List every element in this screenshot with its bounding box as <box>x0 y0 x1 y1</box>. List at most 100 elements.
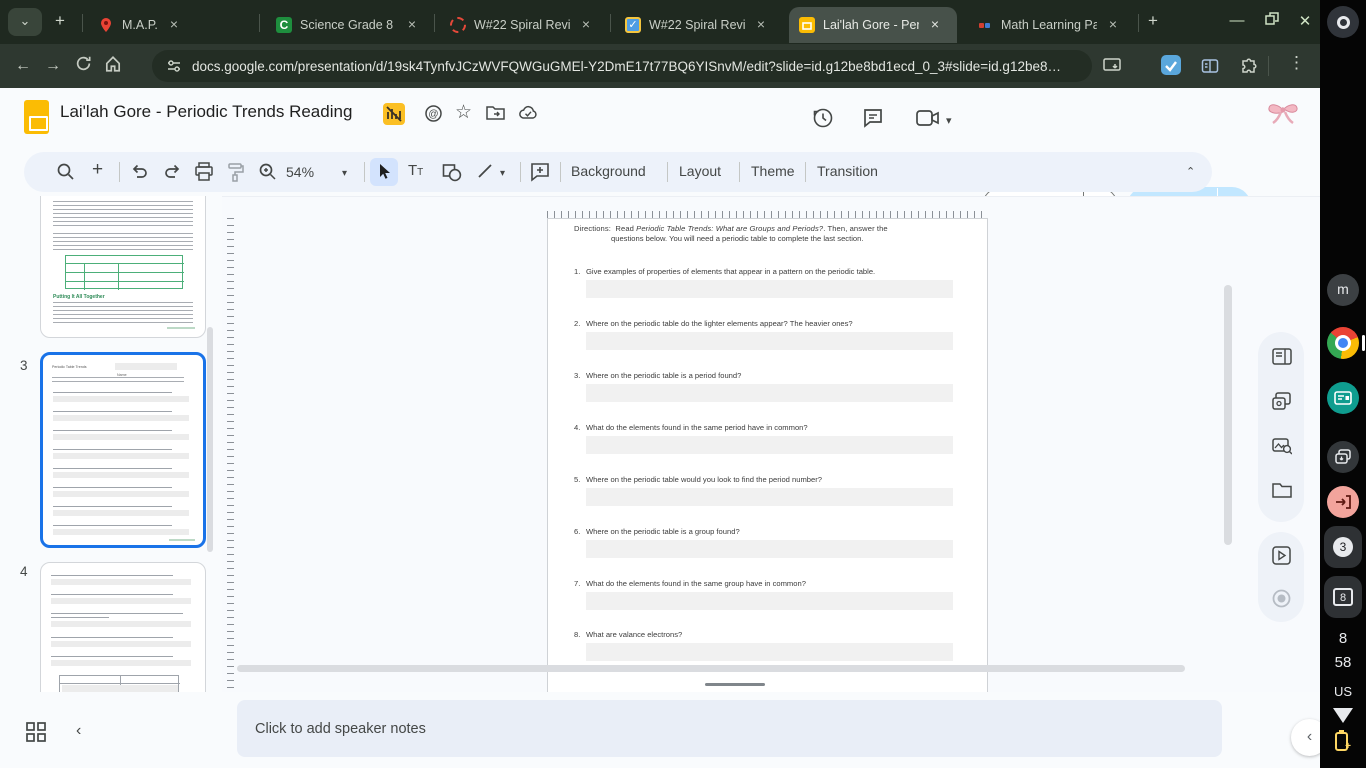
close-tab-icon[interactable]: × <box>166 17 182 33</box>
reload-icon[interactable] <box>68 55 98 77</box>
answer-box[interactable] <box>586 436 953 454</box>
shape-tool-icon[interactable] <box>442 162 462 182</box>
answer-box[interactable] <box>586 488 953 506</box>
warning-badge-icon[interactable] <box>383 103 405 125</box>
mention-shield-icon[interactable]: @ <box>424 104 443 123</box>
site-settings-icon[interactable] <box>166 58 182 74</box>
home-icon[interactable] <box>98 55 128 78</box>
close-tab-icon[interactable]: × <box>578 17 594 33</box>
search-menus-icon[interactable] <box>56 162 75 181</box>
keyboard-layout-indicator[interactable]: US <box>1320 684 1366 699</box>
restore-button[interactable] <box>1262 12 1282 30</box>
install-icon[interactable] <box>1102 56 1122 76</box>
textbox-tool-icon[interactable]: TT <box>408 162 423 179</box>
filmstrip-scrollbar[interactable] <box>207 327 213 552</box>
collapse-toolbar-icon[interactable]: ⌃ <box>1186 165 1195 178</box>
teal-app-icon[interactable] <box>1327 382 1359 414</box>
new-tab-button[interactable]: + <box>1148 11 1158 31</box>
star-icon[interactable]: ☆ <box>455 101 472 124</box>
transition-button[interactable]: Transition <box>817 163 878 179</box>
add-comment-icon[interactable] <box>530 162 550 182</box>
phone-battery-icon[interactable]: + <box>1335 730 1351 752</box>
answer-box[interactable] <box>586 280 953 298</box>
reading-mode-icon[interactable] <box>1200 56 1220 76</box>
close-tab-icon[interactable]: × <box>404 17 420 33</box>
canvas-horizontal-scrollbar[interactable] <box>237 665 1185 672</box>
chrome-icon[interactable] <box>1327 327 1359 359</box>
comments-icon[interactable] <box>862 107 884 129</box>
move-folder-icon[interactable] <box>486 105 505 121</box>
tab-math-learning[interactable]: Math Learning Pat × <box>967 7 1131 43</box>
minimize-button[interactable]: — <box>1227 12 1247 29</box>
record-icon[interactable] <box>1272 589 1291 608</box>
zoom-icon[interactable] <box>258 162 277 181</box>
account-avatar[interactable]: m <box>1327 274 1359 306</box>
camera-dropdown-icon[interactable]: ▾ <box>946 114 952 127</box>
line-tool-icon[interactable] <box>476 162 494 180</box>
play-icon[interactable] <box>1272 546 1291 565</box>
slides-logo[interactable] <box>24 100 49 134</box>
present-camera-icon[interactable] <box>916 108 940 128</box>
extensions-puzzle-icon[interactable] <box>1238 56 1258 76</box>
layout-button[interactable]: Layout <box>679 163 721 179</box>
forward-icon[interactable]: → <box>38 57 68 75</box>
new-slide-icon[interactable]: + <box>92 159 103 181</box>
close-tab-icon[interactable]: × <box>753 17 769 33</box>
answer-box[interactable] <box>586 540 953 558</box>
close-window-button[interactable]: ✕ <box>1295 12 1315 30</box>
folder-icon[interactable] <box>1272 482 1292 498</box>
grid-view-icon[interactable] <box>26 722 46 742</box>
notes-resize-handle[interactable] <box>705 683 765 686</box>
tab-spiral-review-2[interactable]: ✓ W#22 Spiral Review × <box>615 7 779 43</box>
side-panel-icon[interactable] <box>1272 348 1292 365</box>
tab-slides-active[interactable]: Lai'lah Gore - Perio × <box>789 7 957 43</box>
slide-4-thumbnail[interactable] <box>40 562 206 696</box>
theme-button[interactable]: Theme <box>751 163 795 179</box>
background-button[interactable]: Background <box>571 163 646 179</box>
sign-in-arrow-icon[interactable] <box>1327 486 1359 518</box>
plus-icon[interactable]: + <box>55 11 65 31</box>
paint-format-icon[interactable] <box>226 162 245 182</box>
zoom-dropdown-icon[interactable]: ▾ <box>342 168 347 179</box>
answer-box[interactable] <box>586 332 953 350</box>
answer-box[interactable] <box>586 643 953 661</box>
screen-capture-tote-icon[interactable] <box>1327 441 1359 473</box>
version-history-icon[interactable] <box>812 107 834 129</box>
print-icon[interactable] <box>194 162 214 182</box>
answer-box[interactable] <box>586 592 953 610</box>
answer-box[interactable] <box>586 384 953 402</box>
select-tool-button[interactable] <box>370 158 398 186</box>
horizontal-ruler <box>547 211 988 218</box>
canvas-vertical-scrollbar[interactable] <box>1224 285 1232 545</box>
wifi-icon[interactable] <box>1333 708 1353 723</box>
browser-menu-icon[interactable]: ⋮ <box>1288 53 1305 73</box>
tab-classroom[interactable]: C Science Grade 8 | G × <box>266 7 430 43</box>
close-tab-icon[interactable]: × <box>1105 17 1121 33</box>
tab-spiral-review-1[interactable]: W#22 Spiral Review × <box>440 7 605 43</box>
extension-badge-icon[interactable] <box>1160 54 1182 76</box>
calendar-app-icon[interactable]: 8 <box>1324 576 1362 618</box>
launcher-button[interactable] <box>1327 6 1359 38</box>
back-icon[interactable]: ← <box>8 57 38 75</box>
speaker-notes-input[interactable]: Click to add speaker notes <box>237 700 1222 757</box>
clock-hour[interactable]: 8 <box>1320 630 1366 647</box>
cloud-status-icon[interactable] <box>518 105 539 121</box>
slide-2-thumbnail[interactable]: Putting It All Together <box>40 196 206 338</box>
clock-minute[interactable]: 58 <box>1320 654 1366 671</box>
slide-page[interactable]: Directions: Read Periodic Table Trends: … <box>547 218 988 692</box>
image-search-icon[interactable] <box>1272 437 1292 455</box>
slide-3-thumbnail[interactable]: Periodic Table Trends Name <box>40 352 206 548</box>
address-bar: ← → docs.google.com/presentation/d/19sk4… <box>0 44 1320 88</box>
badge-app-icon[interactable]: 3 <box>1324 526 1362 568</box>
url-field[interactable]: docs.google.com/presentation/d/19sk4Tynf… <box>152 50 1092 82</box>
collapse-filmstrip-icon[interactable]: ‹ <box>76 722 81 740</box>
redo-icon[interactable] <box>162 162 182 181</box>
zoom-value[interactable]: 54% <box>286 164 314 180</box>
undo-icon[interactable] <box>130 162 150 181</box>
line-dropdown-icon[interactable]: ▾ <box>500 168 505 179</box>
tab-map[interactable]: M.A.P. × <box>88 7 252 43</box>
document-title[interactable]: Lai'lah Gore - Periodic Trends Reading <box>60 102 352 122</box>
capture-icon[interactable] <box>1272 392 1291 411</box>
close-tab-icon[interactable]: × <box>927 17 943 33</box>
tab-search-button[interactable]: ⌄ <box>8 8 42 36</box>
